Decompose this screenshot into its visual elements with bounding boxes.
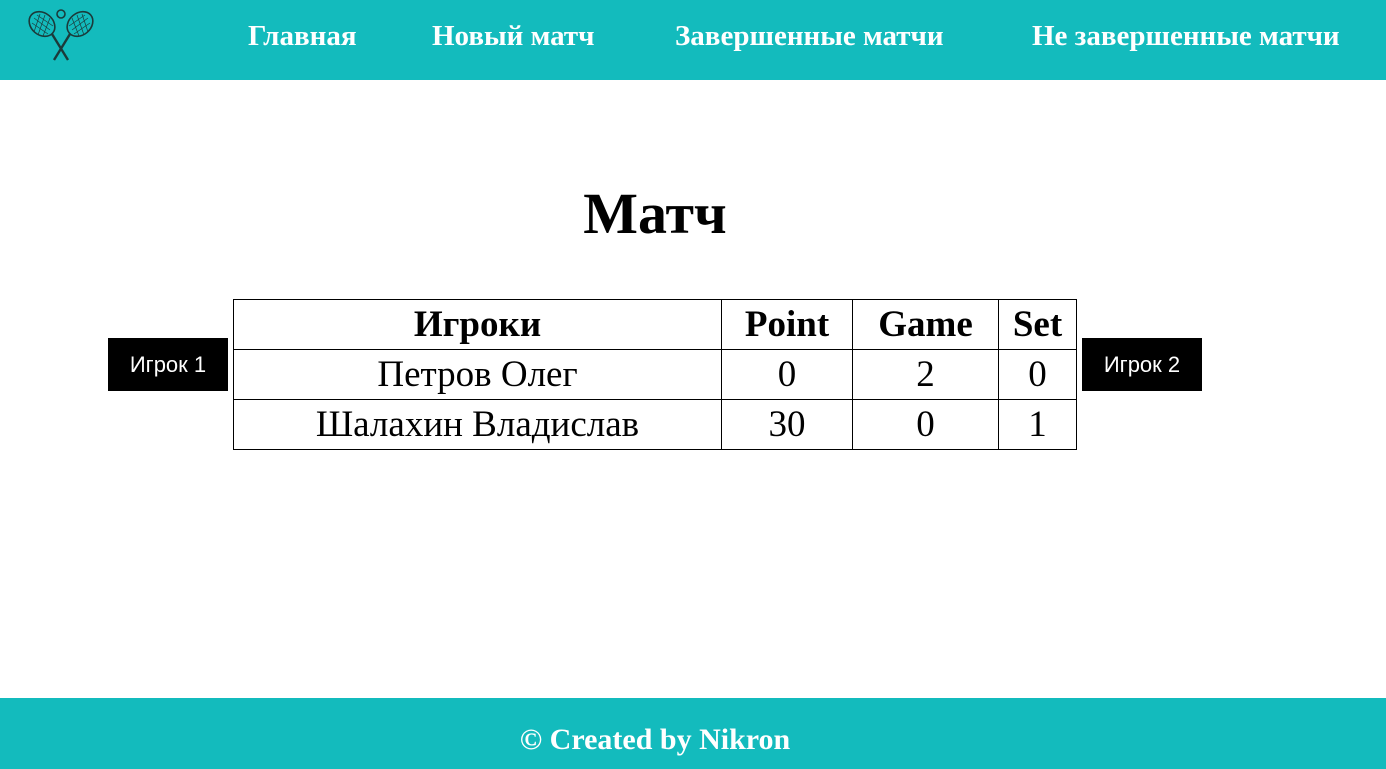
player-name-cell: Шалахин Владислав [233, 399, 722, 450]
game-cell: 0 [852, 399, 999, 450]
set-cell: 0 [998, 349, 1077, 400]
column-header-point: Point [721, 299, 853, 350]
header: Главная Новый матч Завершенные матчи Не … [0, 0, 1386, 80]
column-header-set: Set [998, 299, 1077, 350]
footer-copyright: © Created by Nikron [519, 723, 791, 756]
player-name-cell: Петров Олег [233, 349, 722, 400]
page-title: Матч [583, 181, 727, 246]
footer: © Created by Nikron [0, 698, 1386, 769]
nav-link-finished-matches[interactable]: Завершенные матчи [675, 18, 944, 54]
score-table: Игроки Point Game Set Петров Олег 0 2 0 … [233, 299, 1077, 450]
point-cell: 0 [721, 349, 853, 400]
table-header-row: Игроки Point Game Set [233, 299, 1077, 350]
table-row: Шалахин Владислав 30 0 1 [233, 399, 1077, 450]
point-cell: 30 [721, 399, 853, 450]
tennis-rackets-icon[interactable] [20, 6, 102, 66]
player2-point-button[interactable]: Игрок 2 [1082, 338, 1202, 391]
column-header-players: Игроки [233, 299, 722, 350]
nav-link-home[interactable]: Главная [248, 18, 357, 54]
table-row: Петров Олег 0 2 0 [233, 349, 1077, 400]
set-cell: 1 [998, 399, 1077, 450]
nav-link-new-match[interactable]: Новый матч [432, 18, 595, 54]
column-header-game: Game [852, 299, 999, 350]
nav-link-unfinished-matches[interactable]: Не завершенные матчи [1032, 18, 1340, 54]
player1-point-button[interactable]: Игрок 1 [108, 338, 228, 391]
game-cell: 2 [852, 349, 999, 400]
